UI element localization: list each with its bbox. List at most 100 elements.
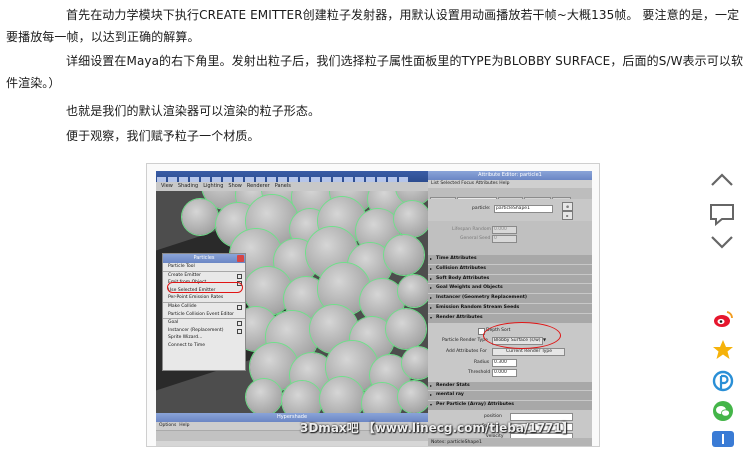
ae-depth-sort-label: Depth Sort (486, 327, 511, 333)
particle-blob (398, 381, 428, 413)
ae-greyed-fields: Lifespan Random 0.000 General Seed 0 (428, 221, 592, 255)
menu-item-particle-tool: Particle Tool (168, 264, 195, 269)
particles-menu: Particles Particle Tool Create Emitter E… (162, 253, 246, 371)
wechat-icon (713, 401, 733, 421)
ae-section-soft-body: Soft Body Attributes (428, 274, 592, 285)
more-share-button[interactable] (712, 431, 734, 447)
focus-icon: ⊕ (562, 202, 573, 211)
ae-section-mental-ray: mental ray (428, 391, 592, 402)
viewport-menubar: View Shading Lighting Show Renderer Panels (156, 182, 428, 191)
option-box-icon (237, 328, 242, 334)
viewport-menu-view: View (161, 183, 173, 189)
menu-item-sprite-wizard: Sprite Wizard... (168, 335, 203, 341)
particle-blob (402, 347, 428, 379)
ae-section-emission-seeds: Emission Random Stream Seeds (428, 303, 592, 314)
particle-blob (246, 379, 282, 413)
ae-current-render-type-button: Current Render Type (492, 347, 565, 356)
viewport-menu-panels: Panels (274, 183, 291, 189)
particle-blob (182, 199, 218, 235)
option-box-icon (237, 273, 242, 279)
ae-particle-label: particle: (472, 206, 491, 211)
menu-item-goal: Goal (163, 318, 245, 327)
ae-menu-selected: Selected (440, 181, 460, 186)
pinterest-share-button[interactable] (712, 370, 734, 392)
scroll-down-button[interactable] (704, 225, 740, 259)
ae-section-instancer: Instancer (Geometry Replacement) (428, 294, 592, 304)
ae-menu-list: List (431, 181, 439, 186)
ae-radius-label: Radius (474, 359, 490, 365)
ae-render-attributes-body: Depth Sort Particle Render Type Blobby S… (428, 321, 592, 382)
menu-item-emit-from-object: Emit from Object (163, 279, 245, 287)
menu-item-create-emitter: Create Emitter (163, 270, 245, 280)
chevron-down-icon (711, 236, 733, 249)
menu-item-make-collide: Make Collide (163, 301, 245, 311)
ae-section-per-particle: Per Particle (Array) Attributes (428, 401, 592, 411)
particle-blob (394, 201, 428, 237)
pinterest-icon (712, 370, 734, 392)
ae-section-time: Time Attributes (428, 255, 592, 265)
qzone-star-icon (713, 340, 733, 359)
menu-item-collision-event-editor: Particle Collision Event Editor (168, 311, 234, 317)
option-box-icon (237, 321, 242, 327)
paragraph-material: 便于观察，我们赋予粒子一个材质。 (66, 129, 260, 143)
attribute-editor-menu: List Selected Focus Attributes Help (428, 180, 592, 188)
chevron-up-icon (711, 173, 733, 186)
share-more-icon (722, 434, 724, 444)
ae-section-render-stats: Render Stats (428, 381, 592, 392)
viewport-menu-renderer: Renderer (246, 183, 270, 189)
viewport: Particles Particle Tool Create Emitter E… (156, 191, 428, 413)
particle-blob (384, 235, 424, 275)
particles-menu-title: Particles (163, 254, 245, 263)
ae-general-seed-label: General Seed (460, 236, 491, 241)
close-icon (237, 255, 244, 262)
menu-item-connect-to-time: Connect to Time (168, 342, 205, 348)
attribute-editor-title: Attribute Editor: particle1 (428, 171, 592, 180)
particle-blob (398, 275, 428, 307)
particle-blob (386, 309, 426, 349)
viewport-menu-shading: Shading (177, 183, 199, 189)
ae-render-type-label: Particle Render Type (442, 337, 488, 343)
scroll-up-button[interactable] (704, 163, 740, 197)
paragraph-render-type: 详细设置在Maya的右下角里。发射出粒子后，我们选择粒子属性面板里的TYPE为B… (6, 54, 744, 90)
watermark: 3Dmax吧 【www.linecg.com/tieba/1771】 (300, 421, 574, 435)
ae-menu-focus: Focus (461, 181, 475, 186)
maya-screenshot-frame: View Shading Lighting Show Renderer Panels Pa… (146, 163, 600, 447)
paragraph-default-renderer: 也就是我们的默认渲染器可以渲染的粒子形态。 (66, 104, 321, 118)
menu-item-use-selected-emitter: Use Selected Emitter (168, 287, 216, 293)
viewport-menu-lighting: Lighting (203, 183, 224, 189)
floating-share-bar (704, 163, 740, 447)
ae-menu-attributes: Attributes (475, 181, 498, 186)
option-box-icon (237, 304, 242, 310)
depth-sort-checkbox (478, 327, 485, 335)
ae-add-attributes-label: Add Attributes For (446, 348, 487, 354)
attribute-editor-tabs: particle1particleShape1emitter1lambert2t… (428, 188, 592, 208)
weibo-share-button[interactable] (712, 308, 734, 330)
chevron-down-icon: ▼ (543, 336, 547, 342)
maya-screenshot: View Shading Lighting Show Renderer Panels Pa… (156, 171, 592, 446)
ae-lifespan-field: 0.000 (492, 226, 517, 234)
ae-node-name-row: particle: particleShape1 ⊕ ▸ (428, 199, 592, 221)
particle-blob (282, 381, 322, 413)
attribute-editor: Attribute Editor: particle1 List Selecte… (428, 171, 592, 446)
hypershade-menu-help: Help (179, 423, 190, 428)
ae-menu-help: Help (499, 181, 510, 186)
ae-threshold-field: 0.000 (492, 368, 517, 377)
paragraph-emitter: 首先在动力学模块下执行CREATE EMITTER创建粒子发射器，用默认设置用动… (6, 8, 740, 44)
menu-item-instancer: Instancer (Replacement) (163, 327, 245, 335)
ae-radius-field: 0.300 (492, 358, 517, 367)
ae-section-render-attributes: Render Attributes (428, 313, 592, 324)
maya-shelf-toolbar (156, 171, 428, 185)
ae-section-goal-weights: Goal Weights and Objects (428, 284, 592, 295)
ae-render-type-select: Blobby Surface (s/w) (492, 336, 543, 345)
wechat-share-button[interactable] (712, 400, 734, 422)
hypershade-menu-options: Options (159, 423, 177, 428)
ae-threshold-label: Threshold (468, 369, 491, 375)
particle-blob (320, 377, 364, 413)
viewport-menu-show: Show (228, 183, 242, 189)
option-box-icon (237, 281, 242, 287)
qzone-share-button[interactable] (712, 339, 734, 361)
ae-notes: Notes: particleShape1 (428, 438, 592, 446)
menu-item-per-point-emission: Per-Point Emission Rates (168, 295, 224, 301)
weibo-icon (714, 311, 733, 327)
ae-section-collision: Collision Attributes (428, 264, 592, 275)
